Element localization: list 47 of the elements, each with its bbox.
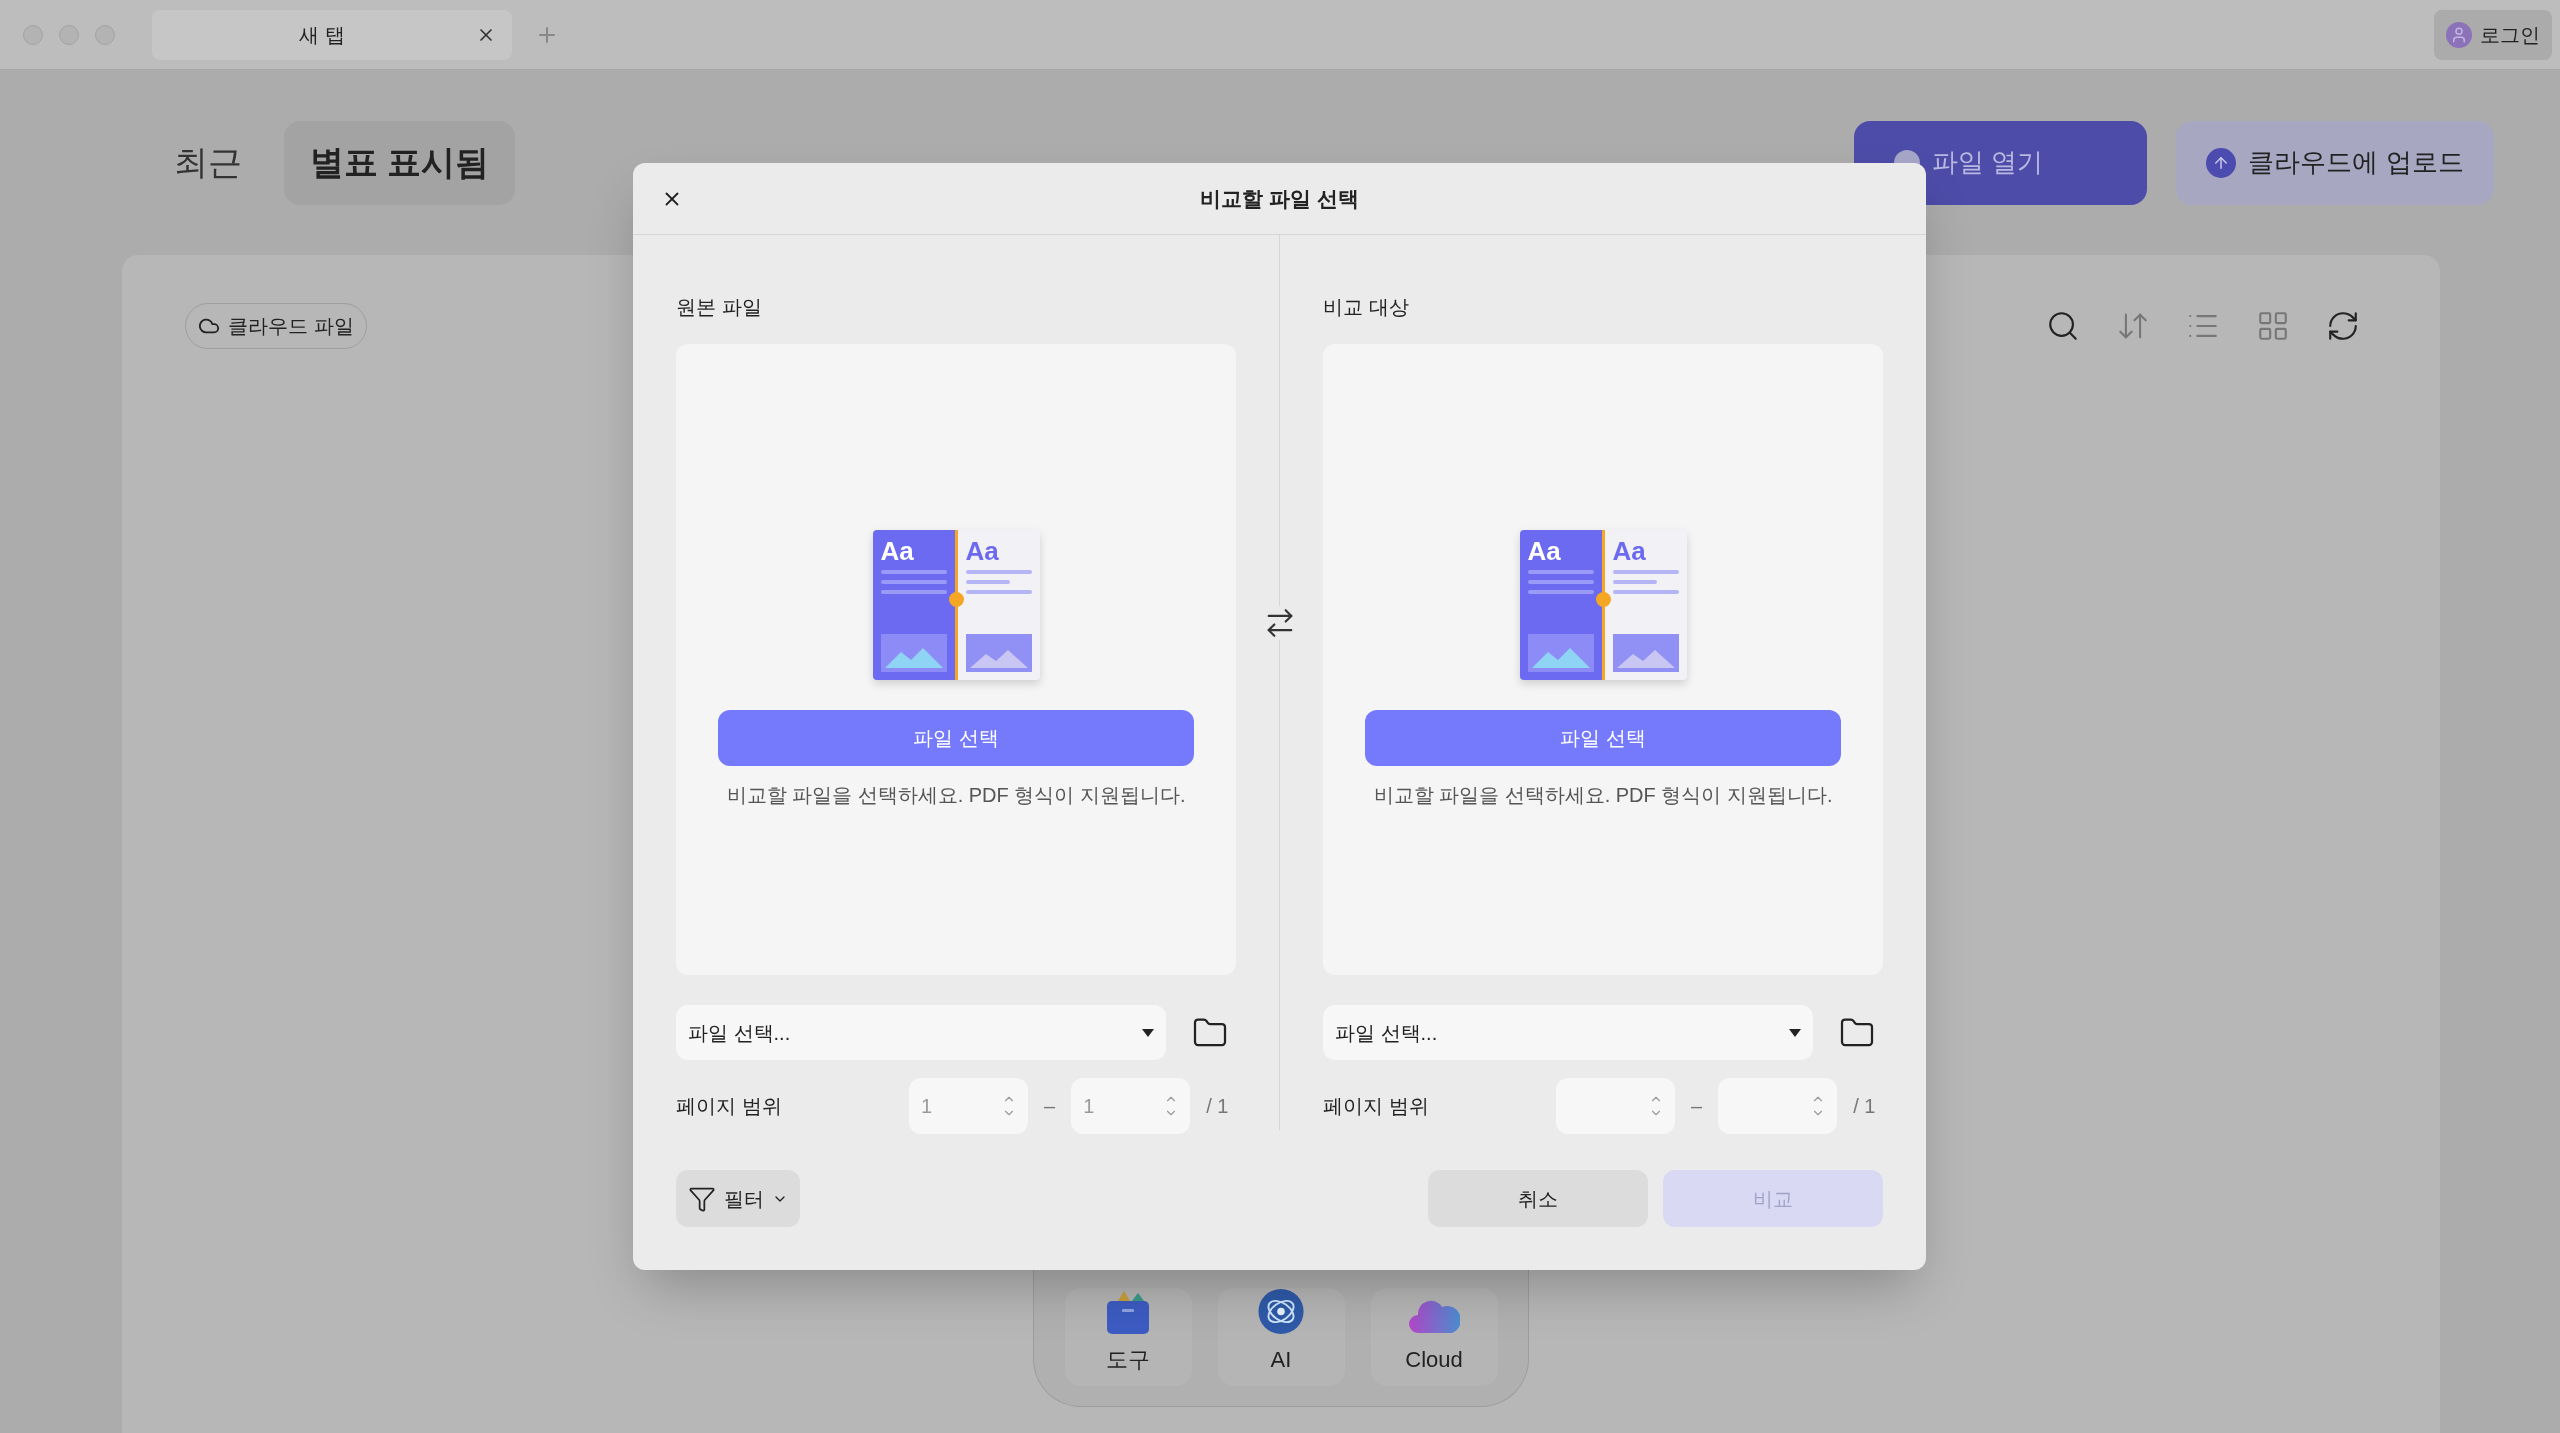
window-control-icon[interactable] [59, 24, 79, 45]
sample-text: Aa [965, 538, 1000, 564]
image-icon [965, 634, 1032, 672]
refresh-icon[interactable] [2326, 309, 2360, 343]
ai-orb-icon [1256, 1288, 1306, 1335]
hint-text: 비교할 파일을 선택하세요. PDF 형식이 지원됩니다. [1373, 783, 1833, 808]
upload-button[interactable]: 클라우드에 업로드 [2176, 120, 2494, 205]
grid-view-icon[interactable] [2256, 309, 2290, 343]
sample-text: Aa [1612, 538, 1647, 564]
dropdown-caret-icon [1142, 1028, 1154, 1037]
dialog-title: 비교할 파일 선택 [1200, 185, 1359, 212]
dock-item[interactable]: 도구 [1064, 1288, 1192, 1386]
select-file-button[interactable]: 파일 선택 [1365, 710, 1841, 766]
browser-tab[interactable]: 새 탭 [152, 9, 512, 60]
avatar-icon [2446, 21, 2472, 48]
window-control-icon[interactable] [23, 24, 43, 45]
filter-button[interactable]: 필터 [676, 1170, 800, 1227]
sample-text: Aa [880, 538, 915, 564]
page-number-field[interactable] [1718, 1078, 1838, 1134]
sample-text: Aa [1527, 538, 1562, 564]
page-range-label: 페이지 범위 [1323, 1094, 1430, 1119]
cancel-button[interactable]: 취소 [1428, 1170, 1648, 1227]
page-total: / 1 [1206, 1094, 1229, 1119]
page-range-label: 페이지 범위 [676, 1094, 783, 1119]
select-file-button[interactable]: 파일 선택 [718, 710, 1194, 766]
search-icon[interactable] [2046, 309, 2080, 343]
upload-icon [2206, 147, 2237, 178]
range-separator: – [1044, 1094, 1056, 1119]
login-button[interactable]: 로그인 [2434, 9, 2552, 60]
page-number-field[interactable] [1556, 1078, 1675, 1134]
image-icon [1527, 634, 1594, 672]
range-separator: – [1691, 1094, 1703, 1119]
hint-text: 비교할 파일을 선택하세요. PDF 형식이 지원됩니다. [726, 783, 1186, 808]
image-icon [880, 634, 947, 672]
nav-tab[interactable]: 최근 [148, 120, 268, 205]
nav-tab[interactable]: 별표 표시됨 [284, 120, 516, 205]
window-control-icon[interactable] [95, 24, 115, 45]
file-dropdown[interactable]: 파일 선택... [676, 1005, 1166, 1060]
section-heading: 비교 대상 [1323, 295, 1410, 320]
file-dropdown[interactable]: 파일 선택... [1323, 1005, 1813, 1060]
toolbox-icon [1104, 1289, 1152, 1335]
dock-item[interactable]: AI [1217, 1288, 1345, 1386]
section-heading: 원본 파일 [676, 295, 763, 320]
dock-item[interactable]: Cloud [1370, 1288, 1498, 1386]
page-total: / 1 [1853, 1094, 1876, 1119]
dropdown-caret-icon [1789, 1028, 1801, 1037]
image-icon [1612, 634, 1679, 672]
